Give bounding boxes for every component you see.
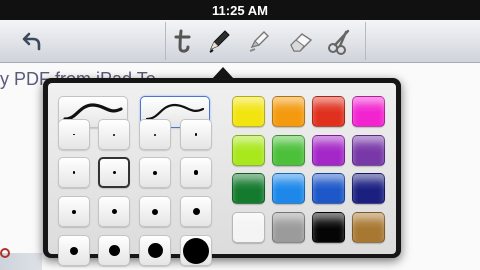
pen-size-dot [113, 133, 115, 136]
pen-size-dot [147, 243, 163, 258]
pen-size-option[interactable] [180, 157, 212, 188]
pen-size-dot [112, 171, 116, 174]
pen-size-dot [108, 245, 120, 256]
pen-size-dot [72, 209, 76, 214]
pen-size-option[interactable] [139, 196, 171, 227]
color-swatch[interactable] [232, 135, 265, 166]
color-swatch[interactable] [312, 96, 345, 127]
color-swatch[interactable] [232, 173, 265, 204]
color-swatch[interactable] [272, 212, 305, 243]
color-swatch[interactable] [272, 135, 305, 166]
pen-size-option[interactable] [58, 196, 90, 227]
status-bar: 11:25 AM [0, 0, 480, 20]
text-icon [174, 29, 191, 53]
pen-size-dot [183, 237, 209, 264]
color-swatch[interactable] [272, 173, 305, 204]
highlighter-icon [249, 31, 269, 52]
pen-size-dot [193, 170, 199, 175]
pen-size-option[interactable] [98, 119, 130, 150]
color-swatch[interactable] [352, 212, 385, 243]
color-swatch[interactable] [232, 96, 265, 127]
pen-icon [209, 30, 230, 53]
highlighter-tool-button[interactable] [243, 20, 275, 62]
color-swatch[interactable] [272, 96, 305, 127]
pen-size-option[interactable] [180, 235, 212, 266]
undo-button[interactable] [14, 20, 50, 62]
pen-size-option[interactable] [58, 157, 90, 188]
pen-size-option[interactable] [98, 157, 130, 188]
pen-size-option[interactable] [98, 235, 130, 266]
pen-size-dot [73, 133, 75, 136]
eraser-tool-button[interactable] [284, 20, 318, 62]
pen-size-dot [194, 133, 198, 136]
pen-options-panel [48, 83, 396, 266]
pen-tool-button[interactable] [202, 20, 236, 62]
undo-icon [22, 32, 41, 51]
pen-size-dot [70, 246, 78, 255]
toolbar-divider [365, 22, 366, 60]
pen-size-option[interactable] [180, 196, 212, 227]
pen-size-dot [153, 170, 157, 175]
toolbar-divider [165, 22, 166, 60]
pen-size-dot [72, 171, 76, 174]
pen-size-option[interactable] [139, 235, 171, 266]
pen-size-option[interactable] [98, 196, 130, 227]
pen-size-dot [192, 208, 200, 215]
color-swatch[interactable] [352, 173, 385, 204]
toolbar [0, 20, 480, 63]
color-swatch[interactable] [312, 173, 345, 204]
pen-size-dot [152, 208, 158, 215]
color-swatch[interactable] [352, 135, 385, 166]
document-logo [0, 248, 10, 258]
pen-size-option[interactable] [58, 119, 90, 150]
color-swatch[interactable] [352, 96, 385, 127]
pen-size-dot [111, 209, 117, 214]
pen-size-dot [154, 133, 156, 136]
scissors-tool-button[interactable] [323, 20, 357, 62]
text-tool-button[interactable] [168, 20, 198, 62]
pen-size-option[interactable] [139, 119, 171, 150]
color-swatch[interactable] [312, 135, 345, 166]
pen-size-option[interactable] [58, 235, 90, 266]
eraser-icon [290, 33, 313, 52]
pen-size-option[interactable] [180, 119, 212, 150]
color-swatch[interactable] [312, 212, 345, 243]
scissors-icon [328, 29, 350, 55]
color-swatch[interactable] [232, 212, 265, 243]
status-time: 11:25 AM [212, 3, 268, 18]
pen-size-option[interactable] [139, 157, 171, 188]
